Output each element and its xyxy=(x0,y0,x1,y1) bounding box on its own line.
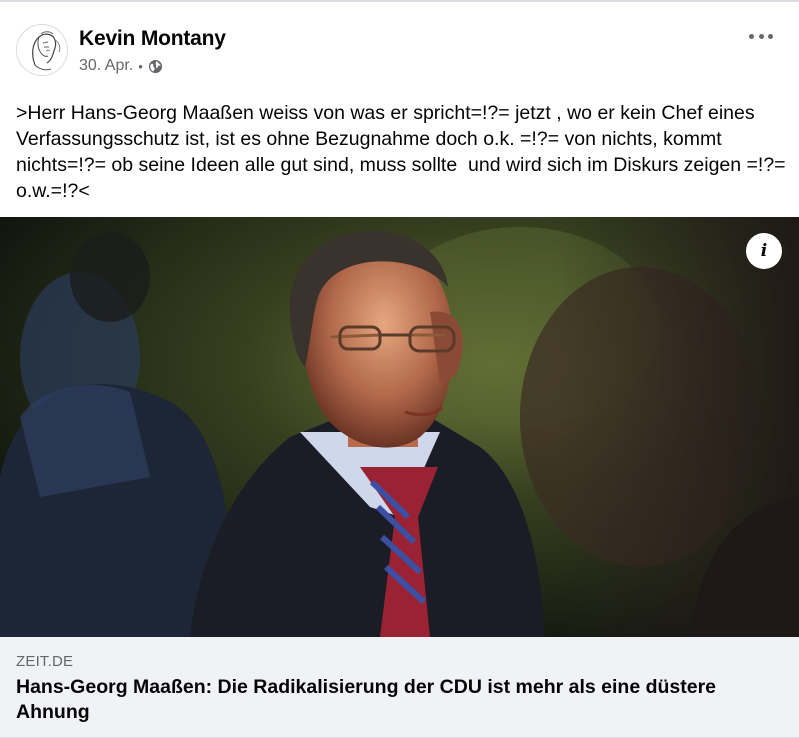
post-text: >Herr Hans-Georg Maaßen weiss von was er… xyxy=(16,102,797,202)
link-preview-image[interactable]: i xyxy=(0,217,799,637)
post-date[interactable]: 30. Apr. xyxy=(79,57,133,75)
link-title[interactable]: Hans-Georg Maaßen: Die Radikalisierung d… xyxy=(16,675,776,725)
post-meta: 30. Apr. • xyxy=(79,57,163,75)
info-icon[interactable]: i xyxy=(746,233,782,269)
link-caption[interactable]: ZEIT.DE Hans-Georg Maaßen: Die Radikalis… xyxy=(0,637,799,738)
avatar-sketch-image xyxy=(17,25,67,75)
link-domain: ZEIT.DE xyxy=(16,653,74,670)
meta-separator: • xyxy=(138,58,143,74)
globe-icon[interactable] xyxy=(148,59,163,74)
profile-avatar[interactable] xyxy=(16,24,68,76)
top-divider xyxy=(0,0,799,2)
more-options-icon[interactable] xyxy=(749,26,773,46)
post-header: Kevin Montany 30. Apr. • xyxy=(16,24,783,84)
author-name[interactable]: Kevin Montany xyxy=(79,27,226,51)
article-photo xyxy=(0,217,799,637)
link-preview-card[interactable]: i ZEIT.DE Hans-Georg Maaßen: Die Radikal… xyxy=(0,217,799,738)
